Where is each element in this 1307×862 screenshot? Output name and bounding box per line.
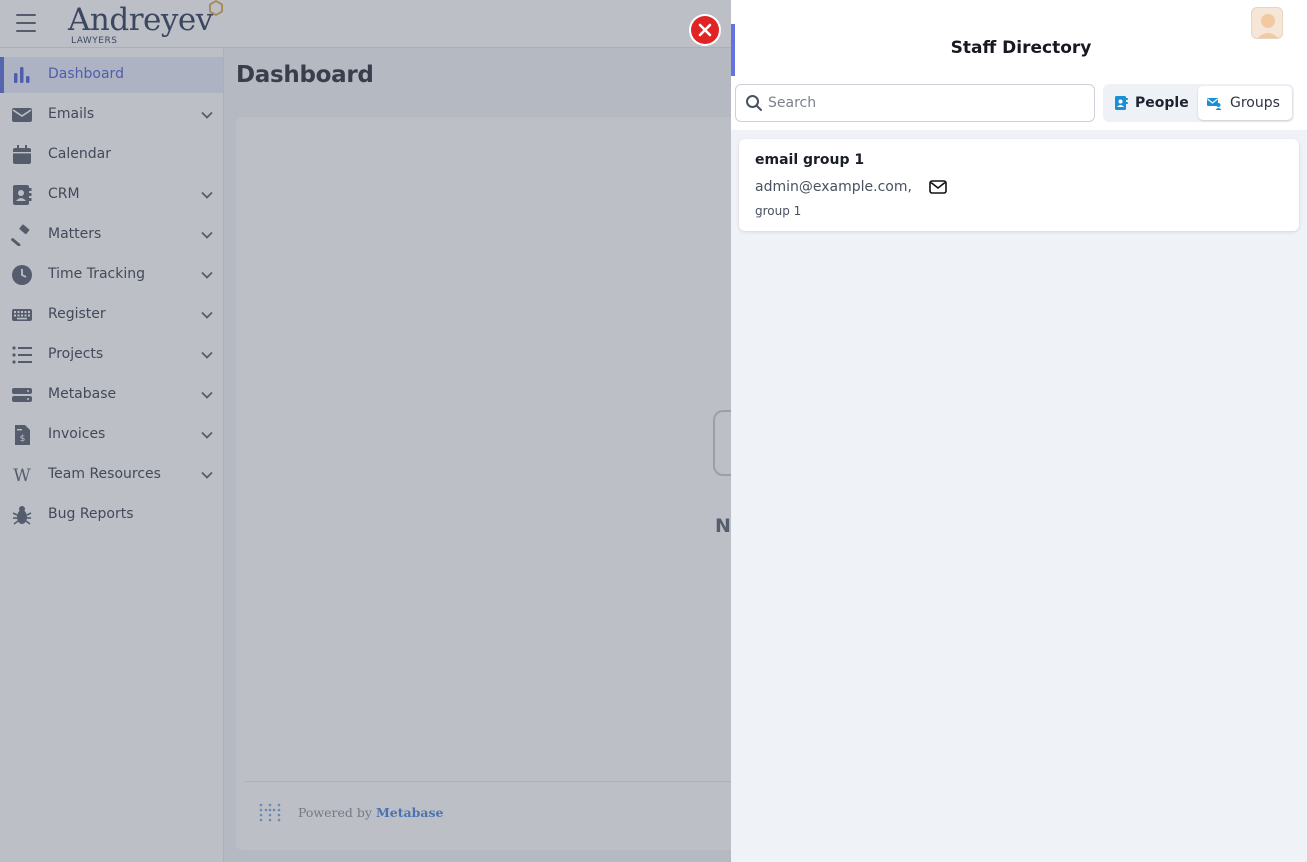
contact-card-icon xyxy=(1115,96,1128,110)
search-icon xyxy=(746,95,762,111)
directory-view-toggle: People Groups xyxy=(1103,84,1294,122)
user-avatar-icon xyxy=(1257,14,1279,38)
send-email-icon[interactable] xyxy=(929,179,947,195)
close-drawer-button[interactable] xyxy=(691,16,719,44)
search-field[interactable] xyxy=(735,84,1095,122)
drawer-header: Staff Directory People Groups xyxy=(731,0,1307,130)
staff-directory-drawer: Staff Directory People Groups email grou… xyxy=(731,0,1307,862)
groups-toggle-button[interactable]: Groups xyxy=(1198,86,1292,120)
group-card[interactable]: email group 1 admin@example.com, group 1 xyxy=(739,139,1299,231)
groups-label: Groups xyxy=(1230,95,1280,111)
people-label: People xyxy=(1135,95,1189,111)
people-toggle-button[interactable]: People xyxy=(1105,86,1197,120)
group-description: group 1 xyxy=(755,204,802,218)
search-input[interactable] xyxy=(768,90,1088,116)
user-avatar[interactable] xyxy=(1251,7,1283,39)
group-email-icon xyxy=(1207,98,1222,110)
modal-backdrop[interactable] xyxy=(0,0,731,862)
close-icon xyxy=(698,23,712,37)
group-email: admin@example.com, xyxy=(755,179,912,195)
drawer-title: Staff Directory xyxy=(950,38,1092,58)
group-name: email group 1 xyxy=(755,152,865,168)
